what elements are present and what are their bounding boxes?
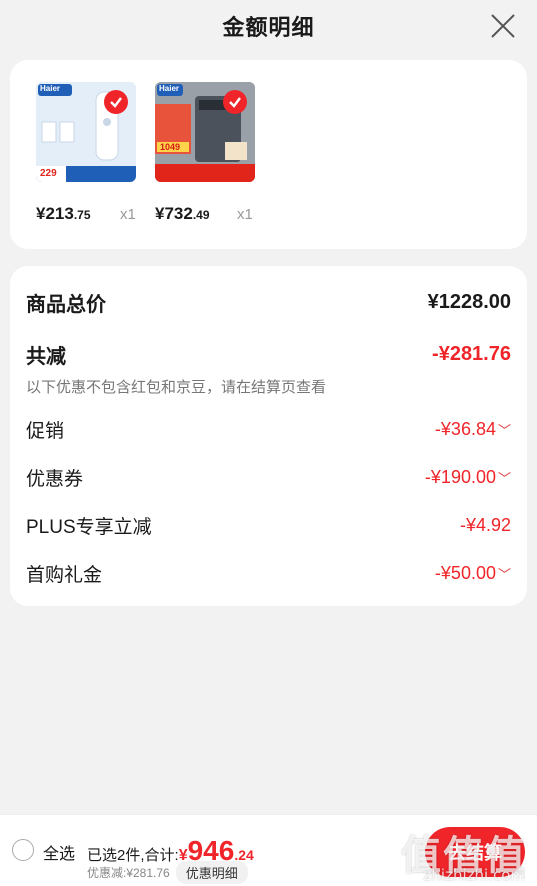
promo-label: 促销 [26, 421, 65, 442]
product-image[interactable]: Haier 229 [36, 82, 136, 182]
chevron-down-icon[interactable]: ﹀ [498, 420, 511, 439]
discount-line: 优惠减:¥281.76 优惠明细 [87, 861, 248, 884]
coupon-row[interactable]: 优惠券 -¥190.00 ﹀ [26, 464, 511, 491]
checkout-button[interactable]: 去结算 [425, 827, 525, 877]
select-all-label[interactable]: 全选 [43, 840, 75, 864]
discount-detail-button[interactable]: 优惠明细 [175, 861, 248, 884]
promo-value: -¥36.84 [434, 419, 496, 439]
product-item[interactable]: Haier 1049 ¥732.49 x1 [155, 82, 255, 223]
coupon-value: -¥190.00 [424, 467, 496, 487]
header: 金额明细 [0, 0, 537, 52]
first-buy-label: 首购礼金 [26, 565, 103, 586]
product-price: ¥213.75 [36, 204, 91, 223]
coupon-label: 优惠券 [26, 469, 84, 490]
product-card: Haier 229 ¥213.75 x1 Haier 1049 ¥732.49 … [10, 60, 527, 249]
plus-row: PLUS专享立减 -¥4.92 [26, 512, 511, 539]
plus-label: PLUS专享立减 [26, 517, 152, 538]
first-buy-row[interactable]: 首购礼金 -¥50.00 ﹀ [26, 560, 511, 587]
price-row: ¥732.49 x1 [155, 204, 305, 224]
close-icon[interactable] [489, 12, 517, 40]
checkout-bar: 全选 已选2件,合计: ¥ 946 .24 优惠减:¥281.76 优惠明细 去… [0, 814, 537, 886]
total-label: 商品总价 [26, 294, 106, 316]
checked-icon [104, 90, 128, 114]
discount-note: 以下优惠不包含红包和京豆，请在结算页查看 [26, 379, 327, 396]
page-title: 金额明细 [222, 15, 315, 40]
badge-price: 229 [40, 168, 57, 179]
plus-value: -¥4.92 [459, 515, 511, 535]
discount-text: 优惠减:¥281.76 [87, 866, 170, 880]
first-buy-value: -¥50.00 [434, 563, 496, 583]
chevron-down-icon[interactable]: ﹀ [498, 564, 511, 583]
reduce-label: 共减 [26, 346, 66, 368]
badge-price: 1049 [160, 142, 181, 152]
product-item[interactable]: Haier 229 ¥213.75 x1 [36, 82, 136, 223]
total-value: ¥1228.00 [427, 291, 511, 313]
reduce-row: 共减 -¥281.76 [26, 340, 511, 369]
product-image[interactable]: Haier 1049 [155, 82, 255, 182]
total-row: 商品总价 ¥1228.00 [26, 288, 511, 317]
product-qty: x1 [120, 206, 136, 223]
brand-text: Haier [40, 84, 61, 93]
product-qty: x1 [237, 206, 253, 223]
summary-card: 商品总价 ¥1228.00 共减 -¥281.76 以下优惠不包含红包和京豆，请… [10, 266, 527, 606]
brand-text: Haier [159, 84, 180, 93]
select-all-radio[interactable] [12, 839, 34, 861]
promo-row[interactable]: 促销 -¥36.84 ﹀ [26, 416, 511, 443]
reduce-value: -¥281.76 [432, 343, 511, 365]
chevron-down-icon[interactable]: ﹀ [498, 468, 511, 487]
product-price: ¥732.49 [155, 204, 210, 223]
checked-icon [223, 90, 247, 114]
